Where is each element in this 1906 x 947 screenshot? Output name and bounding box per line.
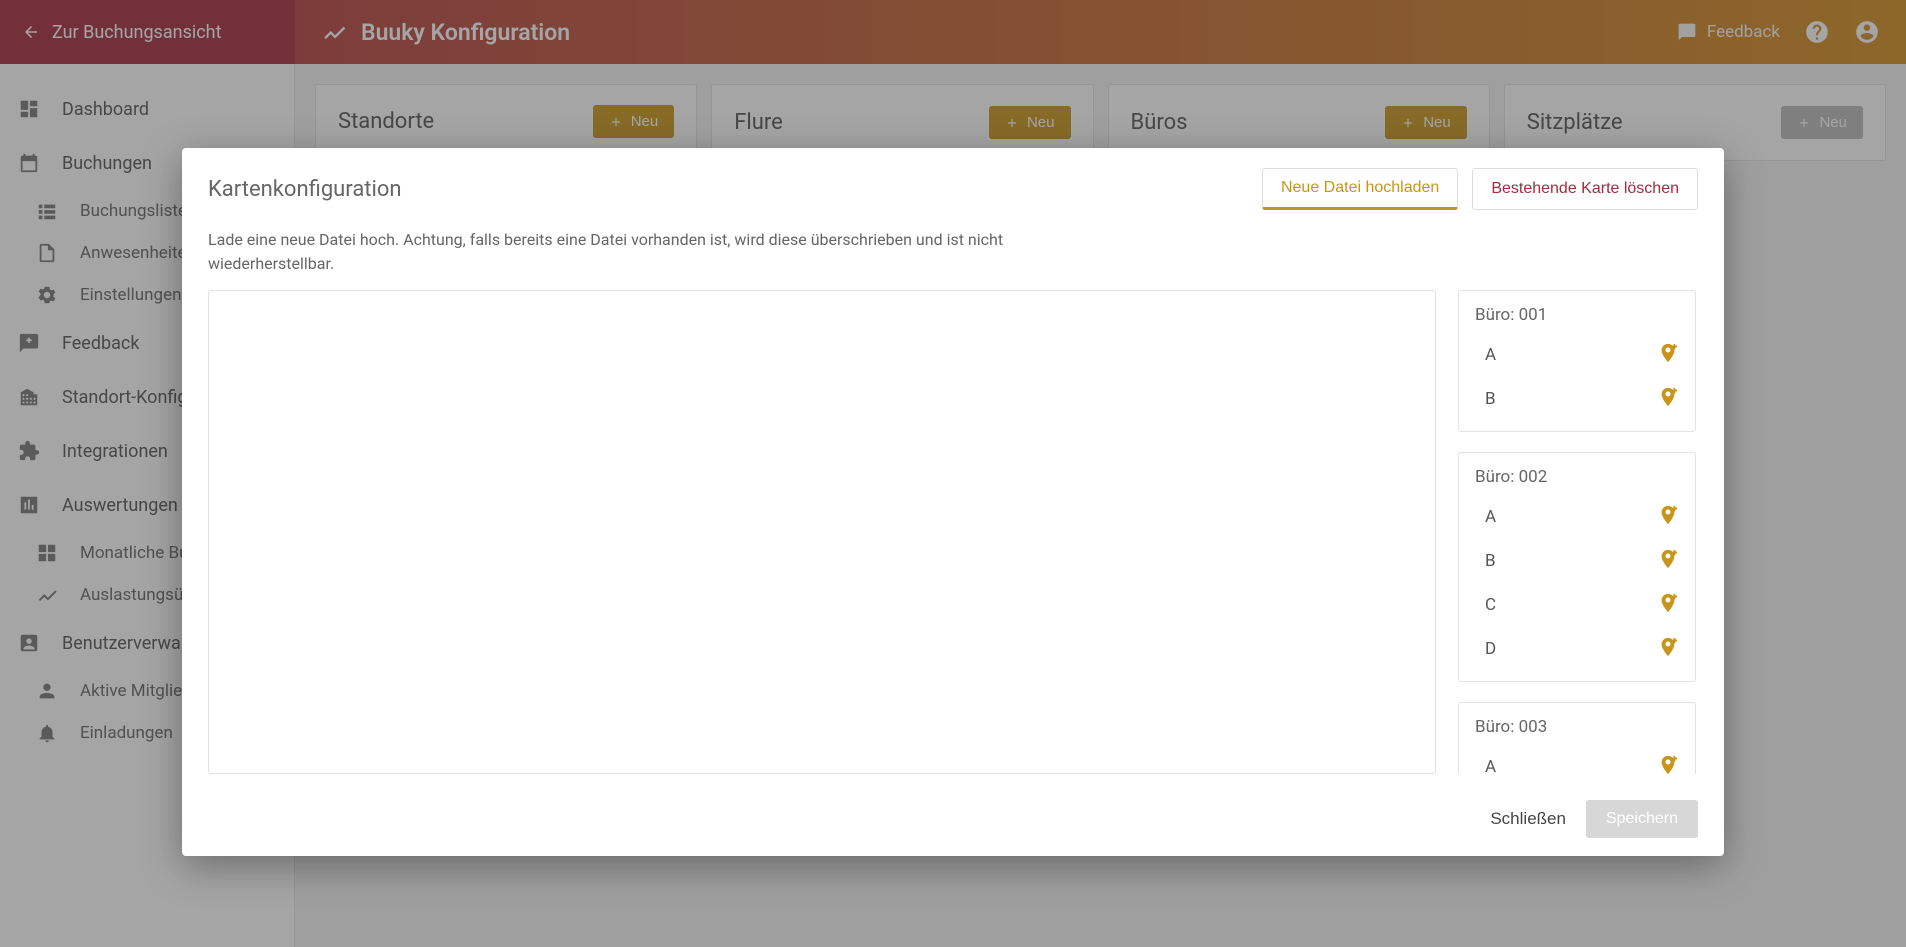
add-pin-icon [1657,754,1679,775]
add-pin-icon [1657,636,1679,658]
add-pin-icon [1657,342,1679,364]
save-button-disabled: Speichern [1586,800,1698,838]
modal-overlay[interactable]: Kartenkonfiguration Neue Datei hochladen… [0,0,1906,947]
place-seat-button[interactable] [1657,342,1679,369]
office-seat-panel: Büro: 001 A B Büro: 002 A B C D Büro: 003 A [1458,290,1698,774]
place-seat-button[interactable] [1657,504,1679,531]
seat-label: C [1485,595,1496,615]
office-group: Büro: 001 A B [1458,290,1696,432]
modal-title: Kartenkonfiguration [208,177,402,202]
add-pin-icon [1657,548,1679,570]
seat-row: A [1475,745,1679,774]
modal-header: Kartenkonfiguration Neue Datei hochladen… [182,148,1724,220]
add-pin-icon [1657,592,1679,614]
seat-row: A [1475,333,1679,377]
modal-note: Lade eine neue Datei hoch. Achtung, fall… [182,220,1102,290]
place-seat-button[interactable] [1657,754,1679,775]
place-seat-button[interactable] [1657,548,1679,575]
seat-label: D [1485,639,1496,659]
seat-row: A [1475,495,1679,539]
office-group-title: Büro: 001 [1475,305,1679,325]
seat-label: A [1485,507,1496,527]
office-group: Büro: 003 A [1458,702,1696,774]
place-seat-button[interactable] [1657,636,1679,663]
seat-label: B [1485,389,1496,409]
upload-file-button[interactable]: Neue Datei hochladen [1262,168,1458,210]
close-button[interactable]: Schließen [1490,809,1566,829]
seat-row: C [1475,583,1679,627]
modal-footer: Schließen Speichern [182,786,1724,856]
modal-body: Büro: 001 A B Büro: 002 A B C D Büro: 003 A [182,290,1724,786]
office-group-title: Büro: 003 [1475,717,1679,737]
add-pin-icon [1657,386,1679,408]
seat-label: A [1485,345,1496,365]
modal-dialog: Kartenkonfiguration Neue Datei hochladen… [182,148,1724,856]
seat-row: B [1475,377,1679,421]
seat-label: A [1485,757,1496,774]
seat-row: B [1475,539,1679,583]
office-group: Büro: 002 A B C D [1458,452,1696,682]
place-seat-button[interactable] [1657,386,1679,413]
seat-row: D [1475,627,1679,671]
seat-label: B [1485,551,1496,571]
delete-map-button[interactable]: Bestehende Karte löschen [1472,168,1698,210]
place-seat-button[interactable] [1657,592,1679,619]
modal-header-actions: Neue Datei hochladen Bestehende Karte lö… [1262,168,1698,210]
file-dropzone[interactable] [208,290,1436,774]
office-group-title: Büro: 002 [1475,467,1679,487]
add-pin-icon [1657,504,1679,526]
